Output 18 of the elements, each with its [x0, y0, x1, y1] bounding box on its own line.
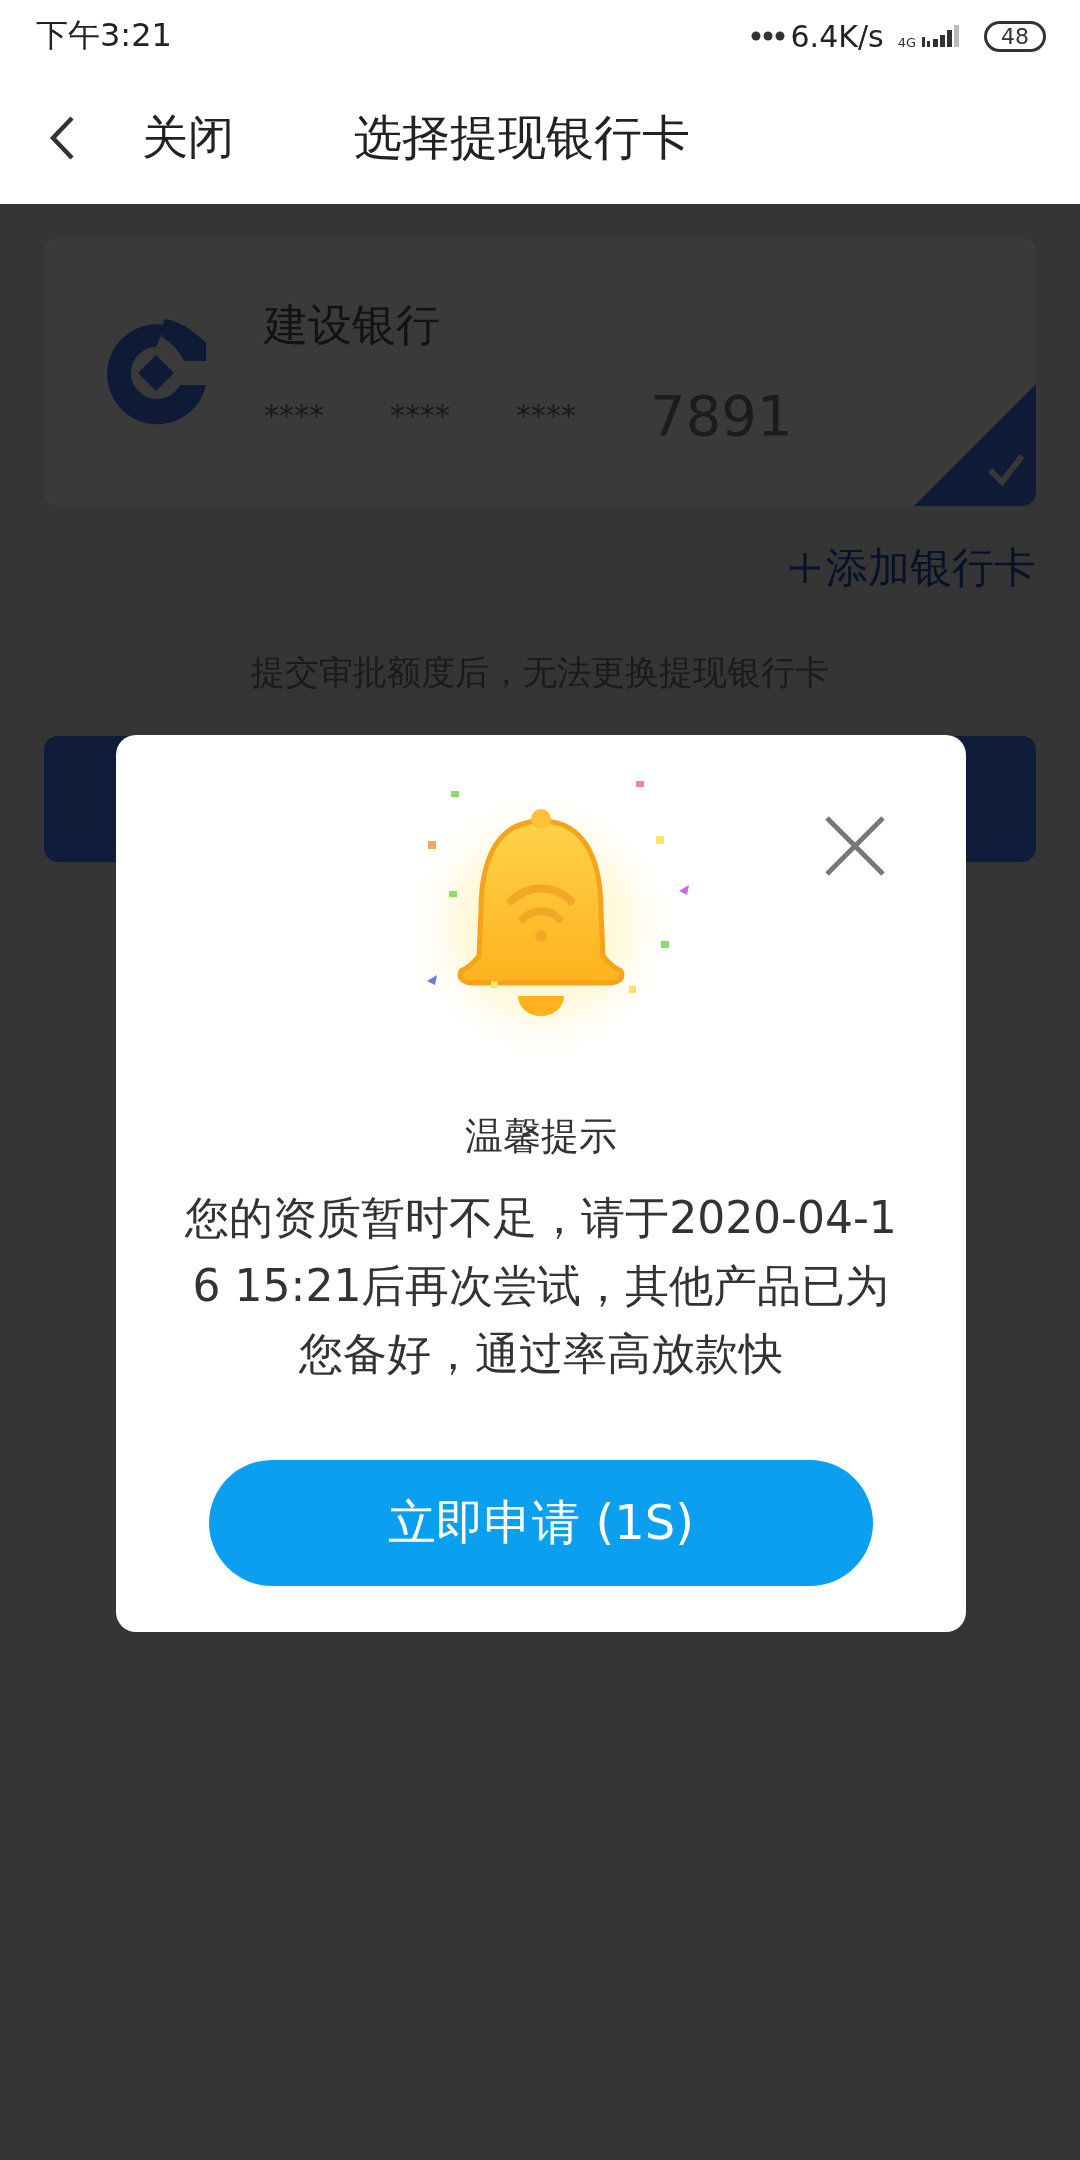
apply-now-button[interactable]: 立即申请 (1S) [209, 1460, 873, 1586]
bank-logo-icon [104, 319, 208, 425]
battery-indicator: 48 [984, 20, 1046, 52]
status-time: 下午3:21 [36, 15, 172, 56]
plus-icon [788, 551, 822, 585]
dialog-message: 您的资质暂时不足，请于2020-04-16 15:21后再次尝试，其他产品已为您备好，通过率高放款快 [184, 1191, 898, 1381]
close-icon[interactable] [824, 815, 886, 877]
network-type: 4G [897, 34, 916, 50]
masked-digits: **** [390, 398, 450, 433]
close-link[interactable]: 关闭 [142, 107, 234, 169]
network-speed: 6.4K/s [790, 18, 884, 54]
back-icon[interactable] [48, 115, 76, 161]
signal-icon [922, 23, 962, 49]
page-title: 选择提现银行卡 [354, 108, 690, 167]
more-dots-icon [750, 31, 785, 41]
masked-digits: **** [516, 398, 576, 433]
dialog-title: 温馨提示 [465, 1113, 617, 1160]
masked-digits: **** [264, 398, 324, 433]
